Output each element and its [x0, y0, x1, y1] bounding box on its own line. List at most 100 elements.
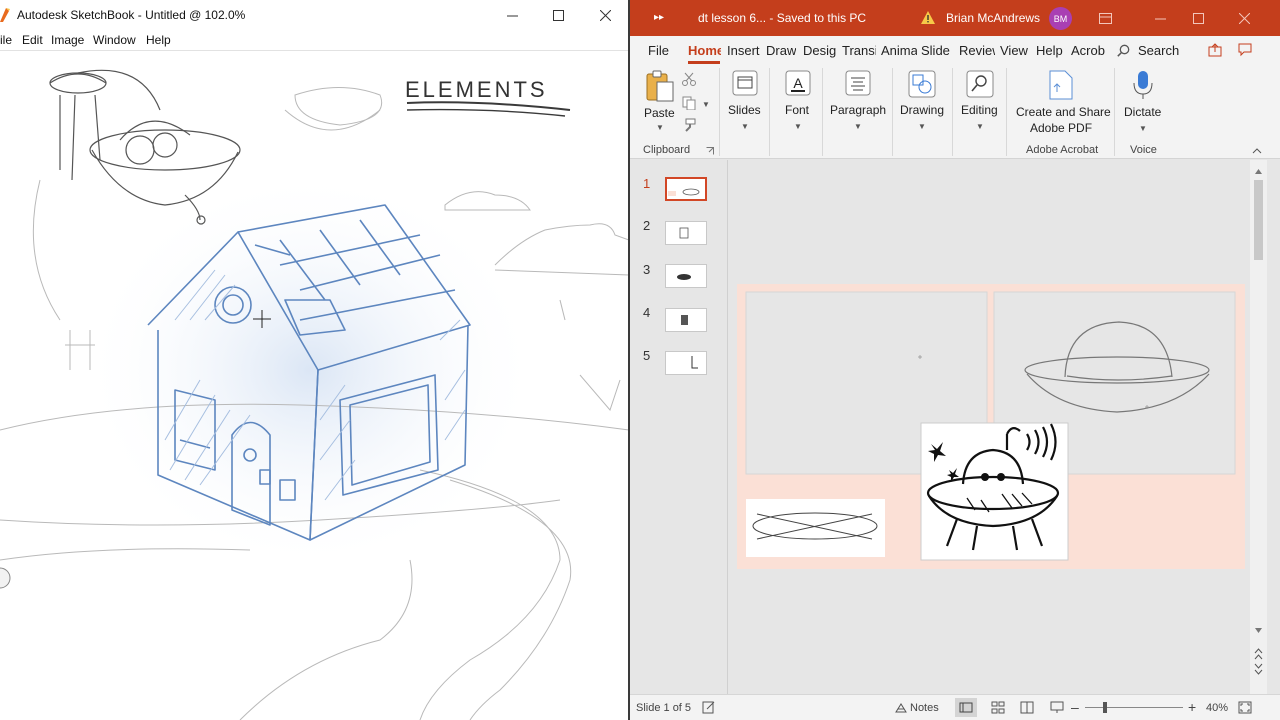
search-label[interactable]: Search: [1138, 43, 1179, 58]
paste-label: Paste: [644, 106, 675, 120]
thumbnail-sketch-icon: [679, 227, 689, 239]
editing-label: Editing: [961, 103, 998, 117]
search-icon[interactable]: [1117, 44, 1130, 57]
thumbnail-number: 4: [643, 305, 651, 320]
tab-review[interactable]: Review: [959, 43, 995, 58]
zoom-slider-thumb[interactable]: [1103, 702, 1107, 713]
tab-acrobat[interactable]: Acrob: [1071, 43, 1105, 58]
minimize-button[interactable]: [489, 0, 535, 30]
thumbnail-number: 3: [643, 262, 651, 277]
close-icon: [599, 9, 611, 21]
tab-transitions[interactable]: Transi: [842, 43, 876, 58]
drawing-button[interactable]: Drawing ▼: [898, 70, 946, 136]
notes-button[interactable]: Notes: [910, 702, 939, 714]
ribbon-tabs: File Home Insert Draw Desig Transi Anima…: [630, 36, 1280, 64]
slide-thumbnail-3[interactable]: [665, 264, 707, 288]
powerpoint-body: 1 2 3 4 5: [630, 160, 1280, 694]
user-name[interactable]: Brian McAndrews: [946, 11, 1040, 25]
vertical-scrollbar[interactable]: [1250, 160, 1267, 694]
menu-edit[interactable]: Edit: [22, 33, 43, 47]
maximize-button[interactable]: [535, 0, 581, 30]
tab-help[interactable]: Help: [1036, 43, 1063, 58]
menu-help[interactable]: Help: [146, 33, 171, 47]
menu-image[interactable]: Image: [51, 33, 84, 47]
pp-close-button[interactable]: [1224, 0, 1264, 36]
sketchbook-titlebar[interactable]: Autodesk SketchBook - Untitled @ 102.0%: [0, 0, 629, 30]
voice-group-label: Voice: [1130, 144, 1157, 156]
ribbon-separator: [769, 68, 770, 156]
share-icon[interactable]: [1208, 43, 1222, 57]
powerpoint-titlebar[interactable]: ▸▸ dt lesson 6... - Saved to this PC Bri…: [630, 0, 1280, 36]
tab-view[interactable]: View: [1000, 43, 1028, 58]
thumbnail-number: 1: [643, 176, 651, 191]
paste-button[interactable]: Paste ▼: [642, 70, 676, 132]
ribbon-separator: [822, 68, 823, 156]
close-icon: [1238, 12, 1250, 24]
canvas-heading: ELEMENTS: [405, 77, 548, 102]
pp-maximize-button[interactable]: [1178, 0, 1218, 36]
drawing-caret-icon: ▼: [918, 122, 926, 131]
normal-view-button[interactable]: [955, 698, 977, 717]
tab-animations[interactable]: Anima: [881, 43, 917, 58]
sketchbook-app-icon: [0, 8, 10, 22]
dialog-launcher-icon[interactable]: [706, 147, 714, 155]
tab-insert[interactable]: Insert: [727, 43, 760, 58]
scrollbar-graphic: [1254, 169, 1263, 675]
comments-icon[interactable]: [1238, 43, 1252, 57]
format-painter-icon[interactable]: [682, 118, 696, 132]
sketchbook-menubar: ile Edit Image Window Help: [0, 30, 629, 51]
menu-window[interactable]: Window: [93, 33, 136, 47]
slide-thumbnail-1[interactable]: [665, 177, 707, 201]
zoom-out-button[interactable]: –: [1071, 699, 1079, 715]
copy-caret-icon[interactable]: ▼: [702, 100, 710, 109]
slide-thumbnail-4[interactable]: [665, 308, 707, 332]
font-caret-icon: ▼: [794, 122, 802, 131]
menu-file[interactable]: ile: [0, 33, 12, 47]
thumbnail-sketch-icon: [681, 315, 688, 325]
notes-icon[interactable]: [895, 702, 907, 713]
copy-icon[interactable]: [682, 96, 696, 110]
thumbnail-sketch-icon: [691, 356, 698, 369]
slide-thumbnail-2[interactable]: [665, 221, 707, 245]
fit-slide-icon[interactable]: [1238, 701, 1252, 714]
tab-slideshow[interactable]: Slide: [921, 43, 954, 58]
collapse-ribbon-icon[interactable]: [1252, 147, 1262, 154]
drawing-icon: [908, 70, 936, 98]
sketch-canvas[interactable]: ELEMENTS: [0, 51, 629, 720]
paste-caret-icon[interactable]: ▼: [656, 123, 664, 132]
avatar[interactable]: BM: [1049, 7, 1072, 30]
cut-icon[interactable]: [682, 72, 696, 86]
zoom-slider-track[interactable]: [1085, 707, 1183, 708]
zoom-in-button[interactable]: +: [1188, 699, 1196, 715]
tab-file[interactable]: File: [648, 43, 669, 58]
editing-button[interactable]: Editing ▼: [958, 70, 1004, 136]
reading-view-icon[interactable]: [1020, 701, 1034, 714]
ribbon-display-button[interactable]: [1085, 0, 1125, 36]
warning-icon[interactable]: [921, 11, 935, 24]
slide-thumbnail-5[interactable]: [665, 351, 707, 375]
slideshow-icon[interactable]: [1050, 701, 1064, 714]
slide-canvas[interactable]: [737, 284, 1245, 569]
tab-design[interactable]: Desig: [803, 43, 838, 58]
tab-home[interactable]: Home: [688, 43, 721, 58]
minimize-icon: [506, 15, 518, 16]
quick-access-icon[interactable]: ▸▸: [654, 12, 664, 23]
close-button[interactable]: [582, 0, 628, 30]
pp-minimize-button[interactable]: [1140, 0, 1180, 36]
ribbon-display-icon: [1098, 12, 1112, 24]
slide-content: [745, 291, 1236, 561]
paragraph-label: Paragraph: [830, 103, 887, 117]
slides-button[interactable]: Slides ▼: [726, 70, 764, 136]
font-button[interactable]: A Font ▼: [778, 70, 818, 136]
zoom-level[interactable]: 40%: [1206, 702, 1228, 714]
slide-sorter-icon[interactable]: [991, 701, 1005, 714]
tab-draw[interactable]: Draw: [766, 43, 796, 58]
paragraph-button[interactable]: Paragraph ▼: [828, 70, 888, 136]
spellcheck-icon[interactable]: [702, 701, 716, 714]
paragraph-caret-icon: ▼: [854, 122, 862, 131]
normal-view-icon: [959, 702, 973, 713]
create-share-pdf-button[interactable]: Create and Share Adobe PDF: [1014, 70, 1111, 142]
drawing-label: Drawing: [900, 103, 945, 117]
ribbon-separator: [1114, 68, 1115, 156]
dictate-button[interactable]: Dictate ▼: [1120, 70, 1166, 136]
